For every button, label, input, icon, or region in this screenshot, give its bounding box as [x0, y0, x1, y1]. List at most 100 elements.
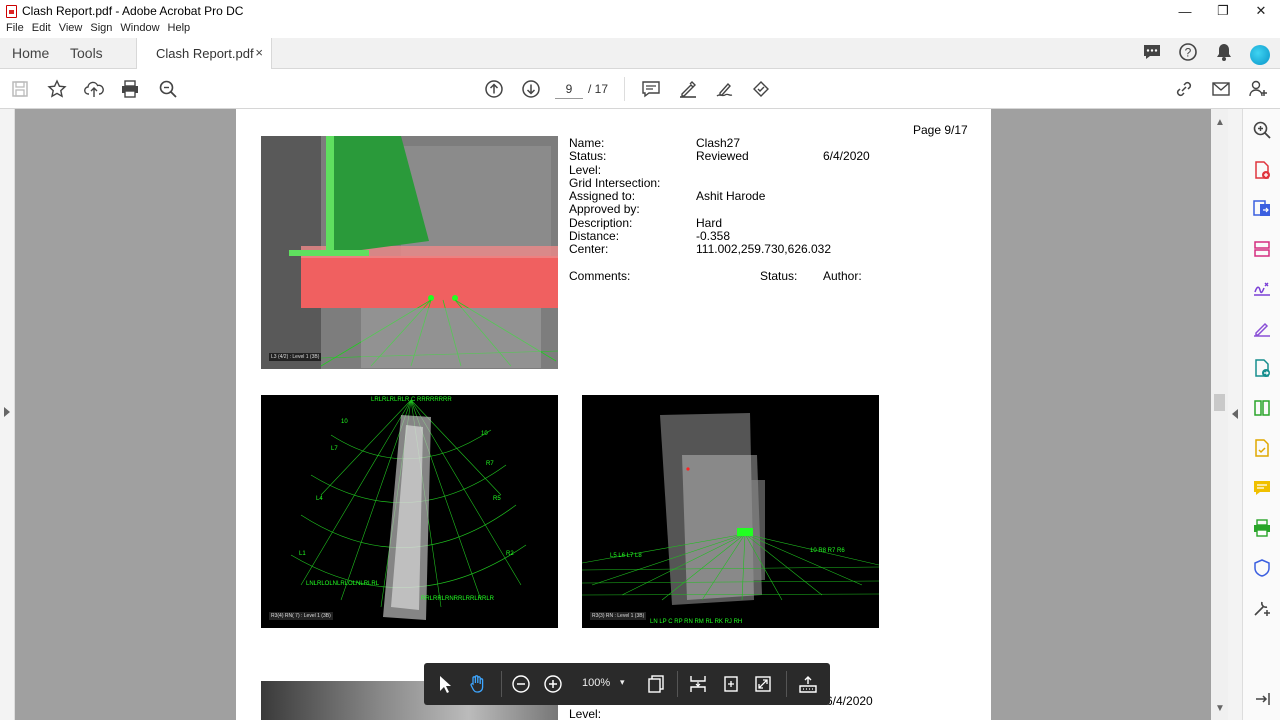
tab-tools[interactable]: Tools: [70, 45, 103, 61]
menu-bar: File Edit View Sign Window Help: [0, 22, 1280, 38]
scroll-down-icon[interactable]: ▼: [1215, 703, 1225, 714]
select-cursor-icon[interactable]: [434, 673, 456, 695]
svg-text:10: 10: [341, 419, 348, 425]
grid-elevation-view-image: L5 L6 L7 L8 10 R8 R7 R6 LN LP C RP RN RM…: [582, 395, 879, 628]
tab-document[interactable]: Clash Report.pdf ×: [136, 38, 272, 69]
print-production-icon[interactable]: [1252, 518, 1272, 538]
left-pane-toggle[interactable]: [0, 109, 15, 720]
print-icon[interactable]: [119, 78, 141, 100]
menu-window[interactable]: Window: [120, 22, 159, 38]
zoom-level[interactable]: 100%: [582, 677, 610, 689]
menu-sign[interactable]: Sign: [90, 22, 112, 38]
tab-document-label: Clash Report.pdf: [156, 46, 254, 61]
vertical-scrollbar[interactable]: ▲ ▼: [1211, 109, 1228, 720]
save-icon[interactable]: [9, 78, 31, 100]
svg-text:RRLRRLRNRRLRRLRRLR: RRLRRLRNRRLRRLRRLR: [421, 596, 495, 602]
floating-toolbar: 100% ▾: [424, 663, 830, 705]
hand-tool-icon[interactable]: [466, 673, 488, 695]
export-pdf-icon[interactable]: [1252, 198, 1272, 218]
next-page-icon[interactable]: [520, 78, 542, 100]
comments-status-label: Status:: [760, 269, 798, 283]
help-icon[interactable]: ?: [1178, 42, 1198, 67]
sign-icon[interactable]: [750, 78, 772, 100]
next-clash-date: 6/4/2020: [826, 694, 873, 708]
tab-close-button[interactable]: ×: [255, 45, 263, 60]
zoom-in-icon[interactable]: [542, 673, 564, 695]
menu-edit[interactable]: Edit: [32, 22, 51, 38]
collapse-pane-icon[interactable]: [1252, 689, 1272, 709]
field-label: Grid Intersection:: [569, 175, 661, 190]
avatar[interactable]: [1250, 44, 1270, 65]
organize-pages-icon[interactable]: [1252, 239, 1272, 259]
protect-shield-icon[interactable]: [1252, 558, 1272, 578]
scroll-thumb[interactable]: [1214, 394, 1225, 411]
sticky-note-icon[interactable]: [1252, 478, 1272, 498]
field-value: Reviewed: [696, 149, 749, 164]
field-value: -0.358: [696, 229, 731, 244]
field-label: Description:: [569, 215, 633, 230]
combine-files-icon[interactable]: [1252, 398, 1272, 418]
clash-view-image: L3 (4/2) : Level 1 (3B): [261, 136, 558, 369]
edit-pdf-icon[interactable]: [1252, 358, 1272, 378]
document-viewer[interactable]: Page 9/17 Name: Clash27 Status: Reviewed 6/…: [0, 109, 1242, 720]
main-toolbar: 9 / 17: [0, 69, 1280, 109]
svg-text:LNLRLOLNLRLOLNLRLRL: LNLRLOLNLRLOLNLRLRL: [306, 581, 380, 587]
zoom-search-icon[interactable]: [157, 78, 179, 100]
page-number-input[interactable]: 9: [555, 79, 583, 99]
page-copy-icon[interactable]: [645, 673, 667, 695]
cloud-upload-icon[interactable]: [83, 78, 105, 100]
right-pane-toggle[interactable]: [1228, 109, 1242, 720]
svg-text:R2: R2: [506, 551, 514, 557]
right-tools-pane: [1242, 109, 1280, 720]
expand-left-icon: [4, 407, 10, 417]
close-window-button[interactable]: ✕: [1242, 0, 1280, 22]
previous-page-icon[interactable]: [483, 78, 505, 100]
field-label: Status:: [569, 149, 607, 164]
full-screen-icon[interactable]: [752, 673, 774, 695]
comment-tool-icon[interactable]: [1252, 318, 1272, 338]
svg-text:L1: L1: [299, 551, 306, 557]
image-caption: L3 (4/2) : Level 1 (3B): [269, 353, 322, 361]
highlight-pen-icon[interactable]: [677, 78, 699, 100]
zoom-out-icon[interactable]: [510, 673, 532, 695]
chat-icon[interactable]: [1142, 42, 1162, 67]
svg-text:L4: L4: [316, 496, 323, 502]
svg-text:L7: L7: [331, 446, 338, 452]
menu-view[interactable]: View: [59, 22, 83, 38]
field-label: Assigned to:: [569, 189, 636, 204]
svg-text:10 R8 R7 R6: 10 R8 R7 R6: [810, 548, 845, 554]
zoom-in-tool-icon[interactable]: [1252, 120, 1272, 140]
more-tools-icon[interactable]: [1252, 598, 1272, 618]
zoom-dropdown-icon[interactable]: ▾: [620, 677, 625, 688]
svg-text:LRLRLRLRLR C RRRRRRRR: LRLRLRLRLR C RRRRRRRR: [371, 397, 452, 403]
svg-text:LN LP C RP RN: LN LP C RP RN RM RL RK RJ RH: [650, 619, 742, 625]
tab-home[interactable]: Home: [12, 45, 49, 61]
acrobat-app-icon: [6, 4, 17, 18]
scrolling-mode-icon[interactable]: [687, 673, 709, 695]
pdf-page: Page 9/17 Name: Clash27 Status: Reviewed 6/…: [236, 109, 991, 720]
title-bar: Clash Report.pdf - Adobe Acrobat Pro DC …: [0, 0, 1280, 22]
email-icon[interactable]: [1210, 78, 1232, 100]
add-user-icon[interactable]: [1247, 78, 1269, 100]
page-total: / 17: [588, 82, 609, 96]
menu-help[interactable]: Help: [168, 22, 191, 38]
scroll-up-icon[interactable]: ▲: [1215, 117, 1225, 128]
page-label: Page 9/17: [913, 123, 968, 137]
read-mode-icon[interactable]: [797, 673, 819, 695]
comment-icon[interactable]: [640, 78, 662, 100]
fill-sign-icon[interactable]: [1252, 278, 1272, 298]
tab-bar: Home Tools Clash Report.pdf × ?: [0, 38, 1280, 69]
create-pdf-icon[interactable]: [1252, 160, 1272, 180]
rotate-view-icon[interactable]: [720, 673, 742, 695]
toolbar-divider: [624, 77, 625, 101]
share-link-icon[interactable]: [1173, 78, 1195, 100]
star-icon[interactable]: [46, 78, 68, 100]
field-label: Level:: [569, 162, 602, 177]
minimize-button[interactable]: —: [1166, 0, 1204, 22]
request-signatures-icon[interactable]: [1252, 438, 1272, 458]
draw-icon[interactable]: [714, 78, 736, 100]
maximize-button[interactable]: ❐: [1204, 0, 1242, 22]
field-value: 111.002,259.730,626.032: [696, 242, 832, 257]
bell-icon[interactable]: [1214, 42, 1234, 67]
menu-file[interactable]: File: [6, 22, 24, 38]
